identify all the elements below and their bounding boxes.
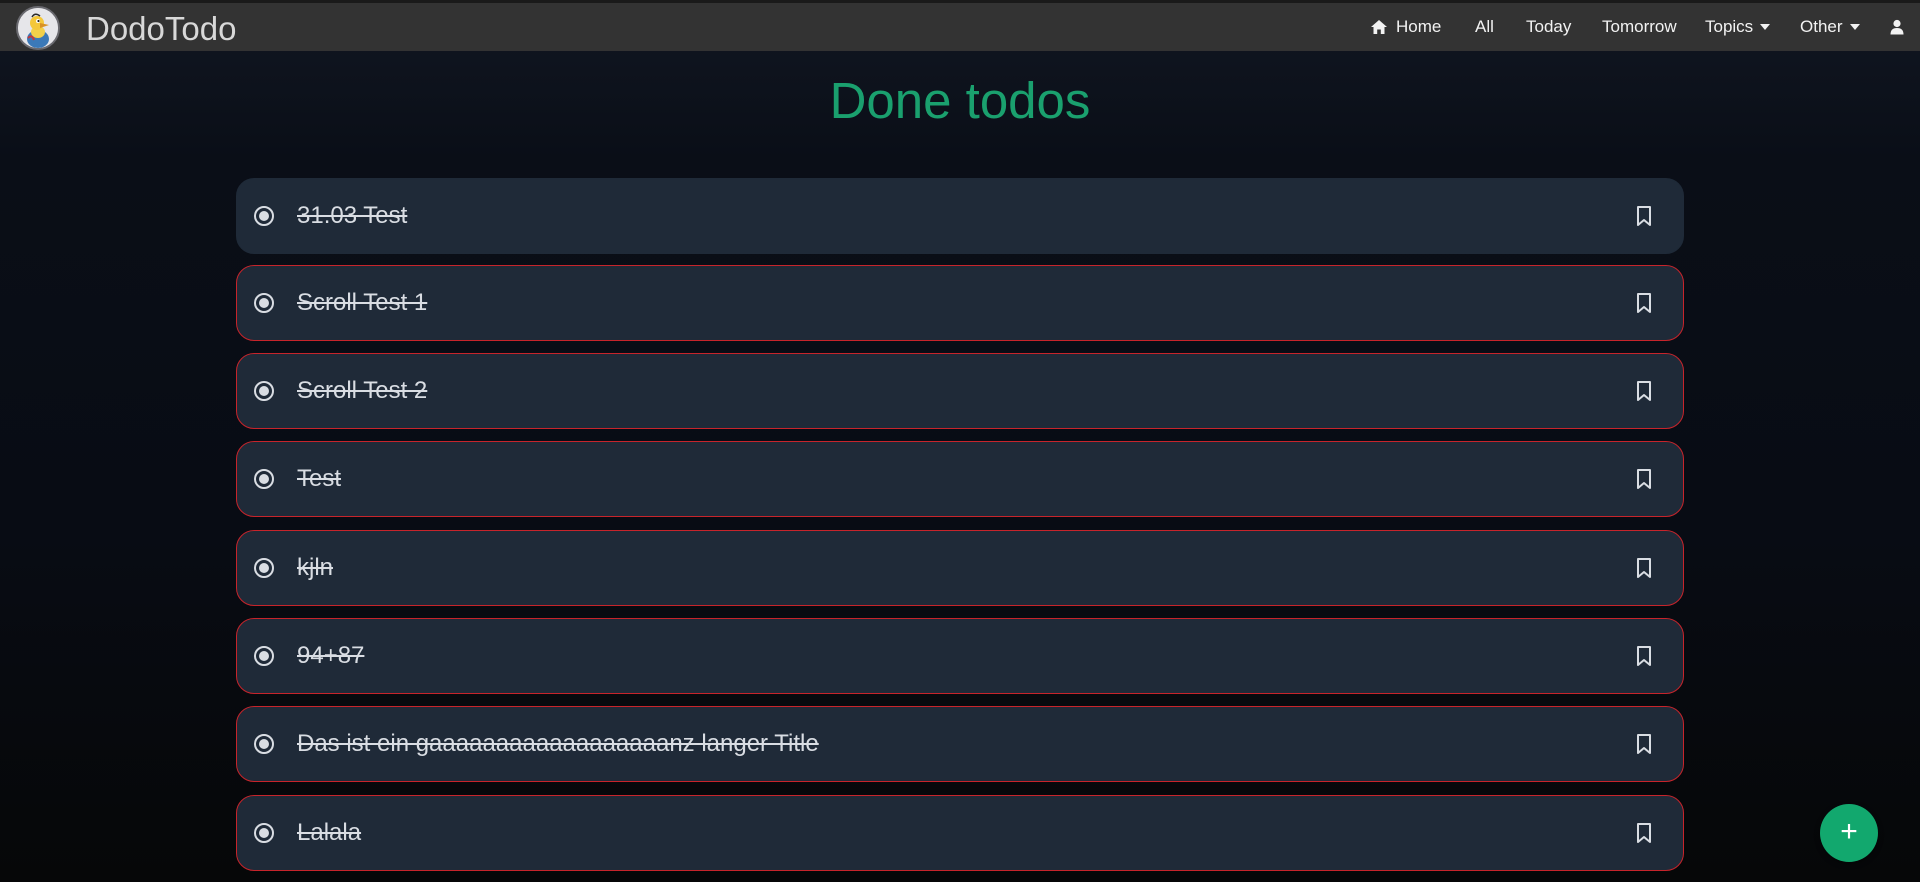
caret-down-icon bbox=[1760, 24, 1771, 30]
dodo-logo-icon bbox=[18, 8, 58, 48]
todo-item[interactable]: Test bbox=[236, 441, 1684, 517]
nav-today[interactable]: Today bbox=[1526, 3, 1571, 51]
bookmark-icon[interactable] bbox=[1635, 645, 1653, 667]
radio-checked-icon[interactable] bbox=[253, 822, 275, 844]
radio-checked-icon[interactable] bbox=[253, 733, 275, 755]
nav-all[interactable]: All bbox=[1475, 3, 1494, 51]
caret-down-icon bbox=[1849, 24, 1860, 30]
todo-title: 94+87 bbox=[297, 642, 365, 669]
radio-checked-icon[interactable] bbox=[253, 645, 275, 667]
add-todo-button[interactable]: + bbox=[1820, 804, 1878, 862]
todo-item[interactable]: kjln bbox=[236, 530, 1684, 606]
todo-title: Scroll Test 1 bbox=[297, 289, 428, 316]
bookmark-icon[interactable] bbox=[1635, 822, 1653, 844]
bookmark-icon[interactable] bbox=[1635, 292, 1653, 314]
radio-checked-icon[interactable] bbox=[253, 205, 275, 227]
todo-item[interactable]: Scroll Test 1 bbox=[236, 265, 1684, 341]
radio-checked-icon[interactable] bbox=[253, 557, 275, 579]
nav-tomorrow[interactable]: Tomorrow bbox=[1602, 3, 1677, 51]
todo-item[interactable]: Lalala bbox=[236, 795, 1684, 871]
todo-item[interactable]: 31.03 Test bbox=[236, 178, 1684, 254]
bookmark-icon[interactable] bbox=[1635, 557, 1653, 579]
user-icon bbox=[1890, 19, 1904, 35]
nav-today-label: Today bbox=[1526, 17, 1572, 36]
nav-all-label: All bbox=[1475, 17, 1494, 36]
todo-item[interactable]: Das ist ein gaaaaaaaaaaaaaaaaaanz langer… bbox=[236, 706, 1684, 782]
nav-home[interactable]: Home bbox=[1370, 3, 1441, 51]
todo-title: Lalala bbox=[297, 819, 362, 846]
plus-icon: + bbox=[1840, 815, 1858, 848]
bookmark-icon[interactable] bbox=[1635, 468, 1653, 490]
page-title: Done todos bbox=[829, 72, 1091, 129]
radio-checked-icon[interactable] bbox=[253, 468, 275, 490]
todo-title: 31.03 Test bbox=[297, 202, 408, 229]
todo-title: Test bbox=[297, 465, 342, 492]
bookmark-icon[interactable] bbox=[1635, 205, 1653, 227]
home-icon bbox=[1371, 20, 1387, 34]
todo-title: Das ist ein gaaaaaaaaaaaaaaaaaanz langer… bbox=[297, 730, 819, 757]
todo-title: Scroll Test 2 bbox=[297, 377, 428, 404]
nav-other-dropdown[interactable]: Other bbox=[1800, 3, 1860, 51]
bookmark-icon[interactable] bbox=[1635, 380, 1653, 402]
radio-checked-icon[interactable] bbox=[253, 380, 275, 402]
todo-item[interactable]: Scroll Test 2 bbox=[236, 353, 1684, 429]
nav-home-label: Home bbox=[1396, 17, 1442, 36]
radio-checked-icon[interactable] bbox=[253, 292, 275, 314]
dodo-logo[interactable] bbox=[16, 6, 60, 50]
nav-user[interactable] bbox=[1890, 3, 1904, 51]
nav-tomorrow-label: Tomorrow bbox=[1602, 17, 1677, 36]
nav-other-label: Other bbox=[1800, 17, 1843, 36]
nav-topics-label: Topics bbox=[1705, 17, 1754, 36]
nav-topics-dropdown[interactable]: Topics bbox=[1705, 3, 1771, 51]
navbar: DodoTodo Home All Today Tomorrow Topics … bbox=[0, 0, 1920, 51]
brand-name[interactable]: DodoTodo bbox=[86, 9, 236, 49]
bookmark-icon[interactable] bbox=[1635, 733, 1653, 755]
todo-title: kjln bbox=[297, 554, 334, 581]
todo-item[interactable]: 94+87 bbox=[236, 618, 1684, 694]
